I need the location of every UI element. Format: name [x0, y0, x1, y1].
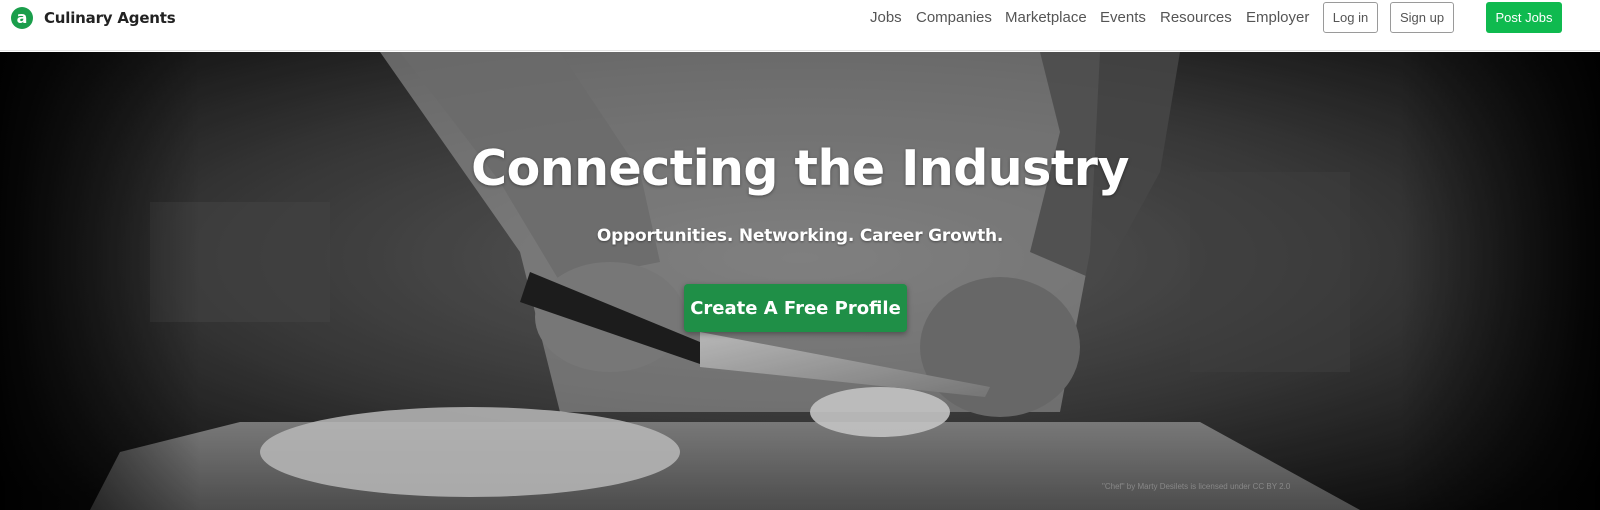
- nav-link-events[interactable]: Events: [1100, 9, 1146, 27]
- culinary-agents-logo-icon: a: [11, 7, 33, 29]
- hero-subtitle: Opportunities. Networking. Career Growth…: [596, 226, 1004, 246]
- nav-link-resources[interactable]: Resources: [1160, 9, 1232, 27]
- nav-link-marketplace[interactable]: Marketplace: [1005, 9, 1087, 27]
- brand-link[interactable]: a Culinary Agents: [11, 7, 176, 29]
- nav-link-jobs[interactable]: Jobs: [870, 9, 902, 27]
- hero-chef-photo: [0, 52, 1600, 510]
- login-button[interactable]: Log in: [1323, 2, 1378, 33]
- nav-link-employer[interactable]: Employer: [1246, 9, 1309, 27]
- post-jobs-button[interactable]: Post Jobs: [1486, 2, 1562, 33]
- create-free-profile-button[interactable]: Create A Free Profile: [684, 284, 907, 332]
- nav-link-companies[interactable]: Companies: [916, 9, 992, 27]
- signup-button[interactable]: Sign up: [1390, 2, 1454, 33]
- brand-name: Culinary Agents: [44, 9, 176, 27]
- hero-section: Connecting the Industry Opportunities. N…: [0, 52, 1600, 510]
- top-navbar: a Culinary Agents Jobs Companies Marketp…: [0, 0, 1600, 51]
- photo-credit: "Chef" by Marty Desilets is licensed und…: [1102, 482, 1291, 491]
- hero-title: Connecting the Industry: [471, 140, 1129, 197]
